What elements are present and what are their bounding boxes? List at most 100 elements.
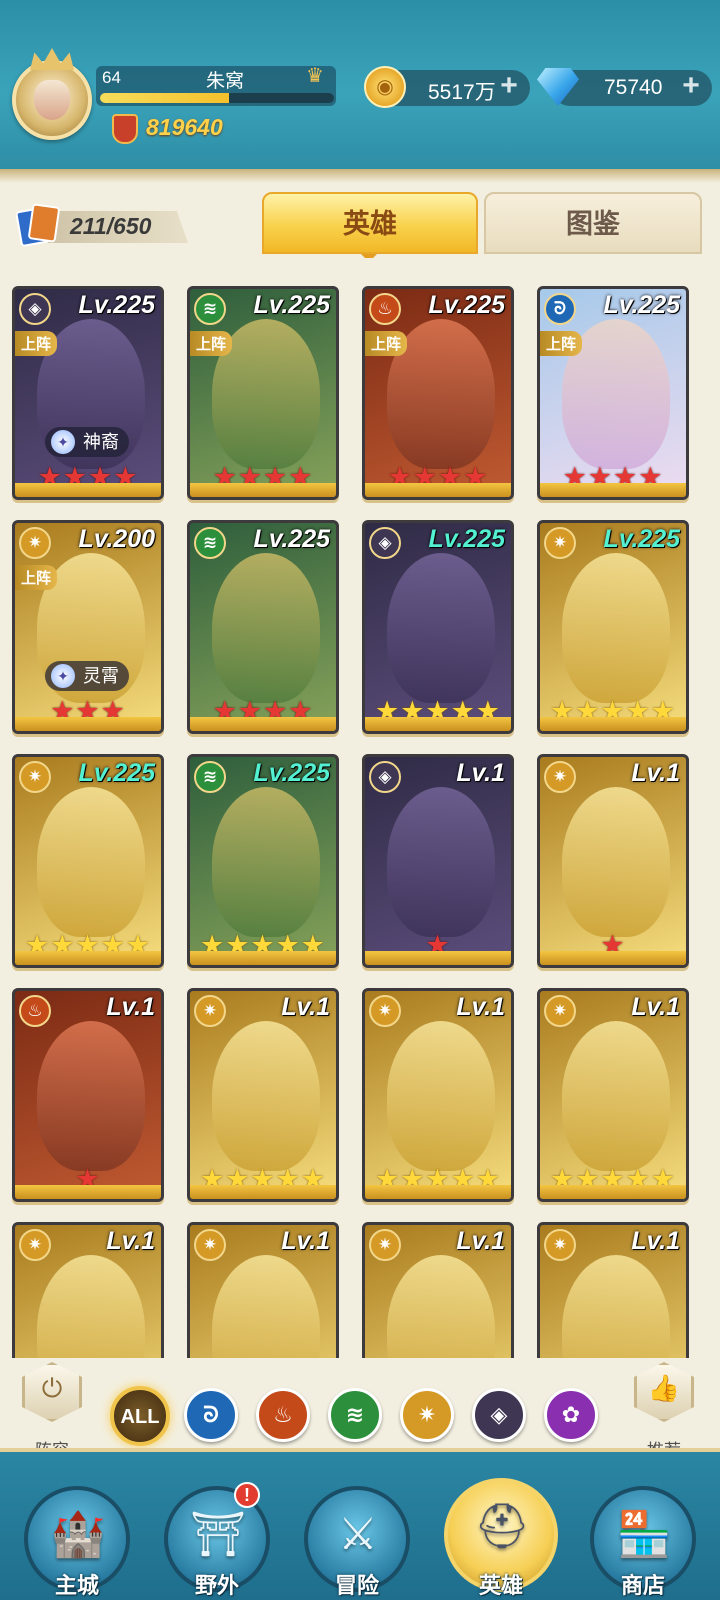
filter-all-button[interactable]: ALL xyxy=(110,1386,170,1446)
nav-wild-label: 野外 xyxy=(194,1573,239,1598)
filter-wind-button[interactable]: ≋ xyxy=(328,1388,382,1442)
light-faction-icon: ✷ xyxy=(194,1229,226,1261)
helmet-icon: ⛑ xyxy=(474,1502,530,1551)
filter-void-button[interactable]: ✿ xyxy=(544,1388,598,1442)
hero-card[interactable]: ✷ Lv.200 上阵 ✦ 灵霄 ★★★ xyxy=(12,520,164,734)
thumbs-up-icon: 👍 xyxy=(647,1373,681,1403)
deployed-badge: 上阵 xyxy=(365,331,408,356)
exp-bar xyxy=(100,93,334,103)
hero-card[interactable]: ◈ Lv.225 上阵 ✦ 神裔 ★★★★ xyxy=(12,286,164,500)
hero-card[interactable]: ◈ Lv.225 ★★★★★ xyxy=(362,520,514,734)
card-frame xyxy=(190,1185,336,1199)
card-frame xyxy=(365,951,511,965)
hero-grid: ◈ Lv.225 上阵 ✦ 神裔 ★★★★ ≋ Lv.225 上阵 ★★★★ ♨ Lv.225 上阵 ★★… xyxy=(0,258,720,1358)
cards-icon xyxy=(15,203,62,248)
hero-card[interactable]: ≋ Lv.225 ★★★★★ xyxy=(187,754,339,968)
hero-card[interactable]: ♨ Lv.1 ★ xyxy=(12,988,164,1202)
hero-portrait xyxy=(387,1021,495,1171)
sword-icon: ⚔ xyxy=(338,1510,378,1559)
player-level: 64 xyxy=(102,68,121,87)
card-frame xyxy=(15,483,161,497)
hero-card[interactable]: ♨ Lv.225 上阵 ★★★★ xyxy=(362,286,514,500)
deployed-badge: 上阵 xyxy=(540,331,583,356)
hero-portrait xyxy=(212,787,320,937)
hero-level: Lv.225 xyxy=(428,525,505,553)
hero-level: Lv.1 xyxy=(456,759,505,787)
hero-portrait xyxy=(562,787,670,937)
hero-card[interactable]: ✷ Lv.1 xyxy=(362,1222,514,1358)
hero-card[interactable]: ✷ Lv.1 ★★★★★ xyxy=(362,988,514,1202)
gold-coin-icon: ◉ xyxy=(364,66,406,108)
hero-level: Lv.225 xyxy=(428,291,505,319)
hero-card[interactable]: ◈ Lv.1 ★ xyxy=(362,754,514,968)
nav-heroes-label: 英雄 xyxy=(478,1573,523,1598)
fire-faction-icon: ♨ xyxy=(19,995,51,1027)
hero-card[interactable]: ≋ Lv.225 ★★★★ xyxy=(187,520,339,734)
card-frame xyxy=(15,717,161,731)
wind-faction-icon: ≋ xyxy=(194,761,226,793)
hero-level: Lv.200 xyxy=(78,525,155,553)
light-faction-icon: ✷ xyxy=(19,527,51,559)
notification-badge: ! xyxy=(234,1482,260,1508)
hero-portrait xyxy=(562,1255,670,1358)
hero-level: Lv.225 xyxy=(253,525,330,553)
tab-heroes[interactable]: 英雄 xyxy=(262,192,478,254)
castle-icon: 🏰 xyxy=(50,1510,106,1559)
hero-card[interactable]: ✷ Lv.1 xyxy=(187,1222,339,1358)
hero-card[interactable]: ✷ Lv.1 ★★★★★ xyxy=(537,988,689,1202)
card-frame xyxy=(15,951,161,965)
hero-card[interactable]: ✷ Lv.1 ★★★★★ xyxy=(187,988,339,1202)
card-frame xyxy=(15,1185,161,1199)
hero-portrait xyxy=(212,1255,320,1358)
filter-water-button[interactable]: ᘐ xyxy=(184,1388,238,1442)
diamond-amount: 75740 xyxy=(604,76,663,99)
hero-portrait xyxy=(212,1021,320,1171)
hero-portrait xyxy=(387,787,495,937)
hero-title-tag: ✦ 神裔 xyxy=(45,427,129,457)
hero-level: Lv.225 xyxy=(78,291,155,319)
filter-dark-button[interactable]: ◈ xyxy=(472,1388,526,1442)
hero-level: Lv.1 xyxy=(456,993,505,1021)
hero-level: Lv.225 xyxy=(603,525,680,553)
card-frame xyxy=(365,717,511,731)
wind-faction-icon: ≋ xyxy=(194,527,226,559)
hero-level: Lv.1 xyxy=(106,993,155,1021)
vip-crown-icon[interactable]: ♛ xyxy=(306,66,332,86)
add-gold-button[interactable]: + xyxy=(494,71,524,102)
light-faction-icon: ✷ xyxy=(544,527,576,559)
hero-card[interactable]: ✷ Lv.1 ★ xyxy=(537,754,689,968)
add-diamond-button[interactable]: + xyxy=(676,71,706,102)
light-faction-icon: ✷ xyxy=(369,995,401,1027)
hero-level: Lv.225 xyxy=(253,759,330,787)
deployed-badge: 上阵 xyxy=(190,331,233,356)
hero-card[interactable]: ✷ Lv.1 xyxy=(12,1222,164,1358)
player-name: 朱窝 xyxy=(205,71,244,92)
light-faction-icon: ✷ xyxy=(544,1229,576,1261)
water-faction-icon: ᘐ xyxy=(544,293,576,325)
avatar-face xyxy=(34,80,70,120)
hero-level: Lv.1 xyxy=(631,1227,680,1255)
hero-card[interactable]: ✷ Lv.1 xyxy=(537,1222,689,1358)
hero-level: Lv.1 xyxy=(281,1227,330,1255)
card-frame xyxy=(540,483,686,497)
card-frame xyxy=(365,483,511,497)
hero-card[interactable]: ᘐ Lv.225 上阵 ★★★★ xyxy=(537,286,689,500)
nav-shop-label: 商店 xyxy=(620,1573,665,1598)
player-avatar[interactable] xyxy=(12,48,92,140)
tab-codex[interactable]: 图鉴 xyxy=(484,192,702,254)
hero-card[interactable]: ≋ Lv.225 上阵 ★★★★ xyxy=(187,286,339,500)
card-frame xyxy=(540,1185,686,1199)
hero-card[interactable]: ✷ Lv.225 ★★★★★ xyxy=(537,520,689,734)
filter-fire-button[interactable]: ♨ xyxy=(256,1388,310,1442)
nav-adventure-label: 冒险 xyxy=(334,1573,379,1598)
filter-light-button[interactable]: ✷ xyxy=(400,1388,454,1442)
hero-portrait xyxy=(212,553,320,703)
dark-faction-icon: ◈ xyxy=(369,527,401,559)
light-faction-icon: ✷ xyxy=(19,761,51,793)
hero-level: Lv.225 xyxy=(78,759,155,787)
card-frame xyxy=(190,951,336,965)
wind-faction-icon: ≋ xyxy=(194,293,226,325)
hero-level: Lv.225 xyxy=(603,291,680,319)
hero-portrait xyxy=(562,1021,670,1171)
hero-card[interactable]: ✷ Lv.225 ★★★★★ xyxy=(12,754,164,968)
